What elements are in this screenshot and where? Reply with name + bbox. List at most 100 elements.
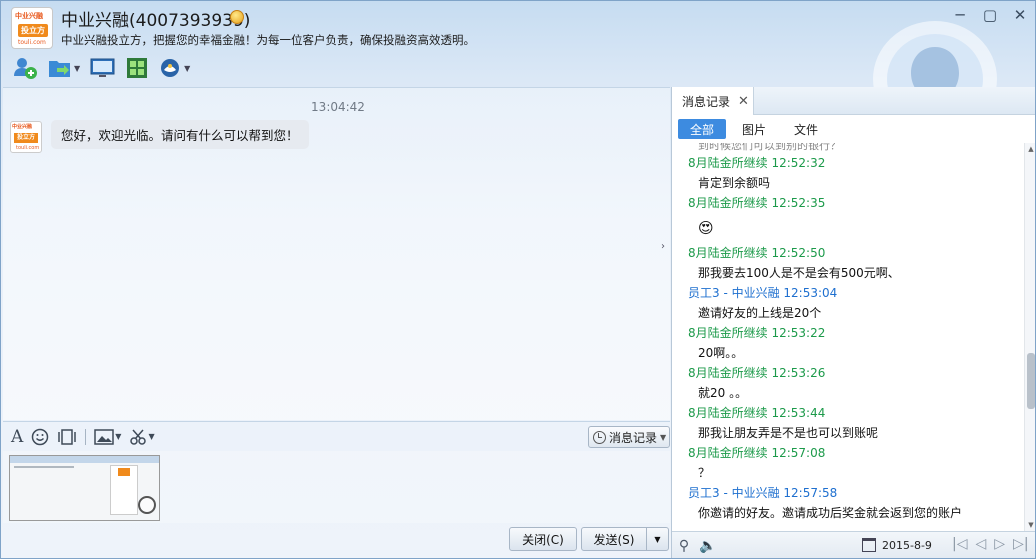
history-message-text: 你邀请的好友。邀请成功后奖金就会返到您的账户 [698,506,963,520]
font-icon: A [11,426,24,447]
history-footer: ⚲ 🔈 2015-8-9 |◁ ◁ ▷ ▷| [672,531,1035,558]
maximize-button[interactable]: ▢ [975,1,1005,29]
window-title: 中业兴融(4007393939) [61,11,251,31]
image-icon [94,428,115,445]
history-sender-line: 8月陆金所继续 12:57:08 [688,446,826,460]
font-button[interactable]: A [11,425,23,449]
logo-text-url: touli.com [18,39,46,46]
remote-desktop-icon [90,58,115,77]
scroll-up-icon[interactable]: ▲ [1025,143,1035,155]
add-contact-icon [14,58,37,79]
history-message-text: 那我让朋友弄是不是也可以到账呢 [698,426,879,440]
input-toolbar: A ▼ ▼ [3,421,670,451]
message-bubble: 您好，欢迎光临。请问有什么可以帮到您！ [51,120,309,149]
search-icon[interactable]: ⚲ [672,538,696,554]
history-message-text: 就20 。。 [698,386,748,400]
shake-button[interactable] [57,425,77,449]
history-sender-line: 8月陆金所继续 12:53:22 [688,326,826,340]
minimize-button[interactable]: ─ [945,1,975,29]
thumb-line [14,466,74,468]
avatar-text-top: 中业兴融 [12,124,33,130]
speaker-icon[interactable]: 🔈 [696,538,720,554]
tab-label: 消息记录 [682,94,731,109]
date-picker[interactable]: 2015-8-9 [862,538,932,552]
window-controls: ─ ▢ ✕ [945,1,1035,29]
status-button[interactable]: ▼ [155,54,193,82]
chevron-down-icon: ▼ [660,432,667,442]
add-contact-button[interactable] [9,54,41,82]
avatar[interactable]: 中业兴融 投立方 touli.com [10,121,42,153]
contact-signature: 中业兴融投立方，把握您的幸福金融！为每一位客户负责，确保投融资高效透明。 [61,33,475,47]
history-message-text: ？ [698,466,711,480]
history-emoji: 😍 [698,219,714,237]
logo-text-top: 中业兴融 [15,12,43,20]
avatar-text-main: 投立方 [14,133,38,143]
first-page-icon[interactable]: |◁ [952,536,967,552]
filter-files[interactable]: 文件 [782,119,830,139]
history-scrollbar[interactable]: ▲ ▼ [1024,143,1035,531]
message-area: 13:04:42 中业兴融 投立方 touli.com 您好，欢迎光临。请问有什… [3,87,670,420]
history-date: 2015-8-9 [882,538,932,552]
app-grid-icon [127,58,148,78]
chevron-down-icon: ▼ [74,63,81,73]
history-sender-line: 8月陆金所继续 12:53:26 [688,366,826,380]
message-timestamp: 13:04:42 [311,100,365,114]
scissors-icon [130,429,147,445]
page-navigation: |◁ ◁ ▷ ▷| [952,536,1029,552]
pasted-screenshot-thumbnail[interactable] [9,455,160,521]
chat-window: 中业兴融 投立方 touli.com 中业兴融(4007393939) 中业兴融… [0,0,1036,559]
history-tabbar: 消息记录 ✕ [672,87,1035,115]
calendar-icon [862,538,876,552]
thumb-header [10,456,159,463]
status-icon [161,59,180,77]
history-sender-line: 8月陆金所继续 12:53:44 [688,406,826,420]
last-page-icon[interactable]: ▷| [1013,536,1028,552]
close-window-button[interactable]: ✕ [1005,1,1035,29]
history-panel: 消息记录 ✕ 全部 图片 文件 到时候您们可以到别的银行？ 8月陆金所继续 12:… [671,87,1035,558]
remote-desktop-button[interactable] [87,54,119,82]
send-file-icon [49,61,70,77]
history-sender-line: 员工3 - 中业兴融 12:53:04 [688,286,838,300]
tab-message-history[interactable]: 消息记录 ✕ [672,87,754,115]
prev-page-icon[interactable]: ◁ [975,536,986,552]
next-page-icon[interactable]: ▷ [994,536,1005,552]
send-file-button[interactable]: ▼ [45,54,83,82]
history-filters: 全部 图片 文件 [672,115,1035,143]
history-message-text: 那我要去100人是不是会有500元啊、 [698,266,900,280]
scroll-down-icon[interactable]: ▼ [1025,519,1035,531]
image-button[interactable]: ▼ [94,425,121,449]
filter-all[interactable]: 全部 [678,119,727,139]
thumb-logo [118,468,130,476]
history-sender-line: 员工3 - 中业兴融 12:57:58 [688,486,838,500]
app-center-button[interactable] [123,54,151,82]
history-list: 到时候您们可以到别的银行？ 8月陆金所继续 12:52:32 肯定到余额吗 8月陆金所… [672,143,1024,531]
scrollbar-thumb[interactable] [1027,353,1035,409]
history-partial-line: 到时候您们可以到别的银行？ [698,143,841,152]
message-history-label: 消息记录 [609,430,658,445]
certified-badge-icon [230,10,244,24]
history-message-text: 20啊。。 [698,346,744,360]
history-message-text: 肯定到余额吗 [698,176,771,190]
history-sender-line: 8月陆金所继续 12:52:32 [688,156,826,170]
shake-window-icon [58,428,77,445]
history-sender-line: 8月陆金所继续 12:52:50 [688,246,826,260]
message-history-button[interactable]: 消息记录 ▼ [588,426,670,448]
divider [85,428,87,445]
history-message-text: 邀请好友的上线是20个 [698,306,822,320]
screenshot-button[interactable]: ▼ [129,425,155,449]
send-button[interactable]: 发送(S) [581,527,647,551]
chevron-down-icon: ▼ [184,63,191,73]
emoji-button[interactable] [31,425,49,449]
clock-icon [593,430,606,444]
collapse-panel-icon[interactable]: › [661,241,671,263]
send-options-button[interactable]: ▼ [646,527,669,551]
smiley-icon [32,428,49,445]
filter-images[interactable]: 图片 [730,119,778,139]
chevron-down-icon: ▼ [115,432,122,441]
zoom-icon [138,496,156,514]
history-sender-line: 8月陆金所继续 12:52:35 [688,196,826,210]
close-icon[interactable]: ✕ [738,94,749,109]
avatar-text-url: touli.com [16,145,40,151]
close-button[interactable]: 关闭(C) [509,527,577,551]
company-logo: 中业兴融 投立方 touli.com [11,7,53,49]
